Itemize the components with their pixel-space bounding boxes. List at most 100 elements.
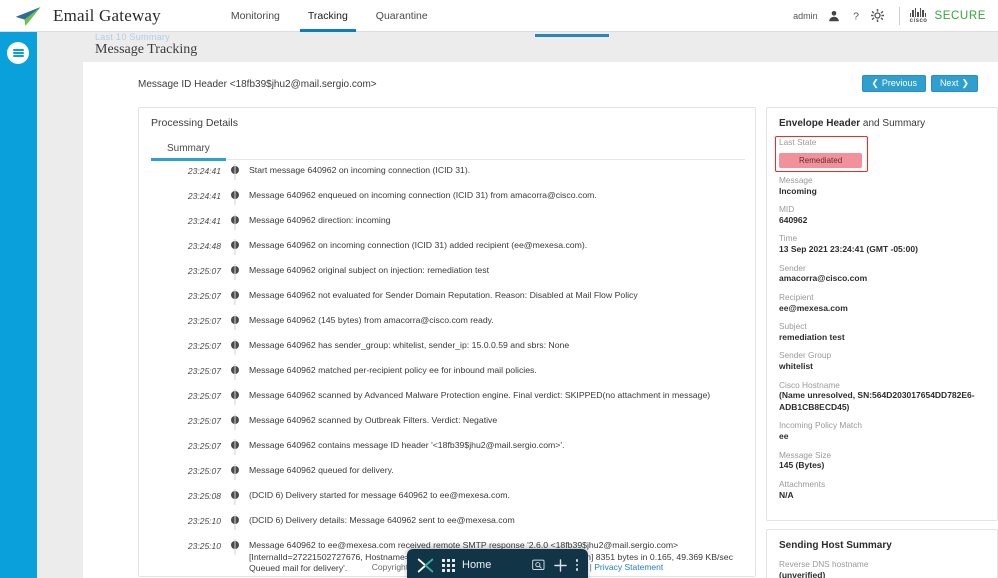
page-area: Last 10 Summary Message Tracking Message…: [37, 32, 998, 578]
summary-field-label: Attachments: [779, 478, 826, 489]
sending-host-title: Sending Host Summary: [779, 540, 985, 551]
app-grid-icon[interactable]: [442, 558, 455, 572]
hamburger-menu-icon[interactable]: [7, 42, 29, 64]
search-box-icon[interactable]: [531, 559, 545, 571]
timeline-event-row: 23:24:48 Message 640962 on incoming conne…: [139, 239, 757, 259]
x-logo-icon[interactable]: [417, 557, 434, 574]
summary-field: Sender amacorra@cisco.com: [779, 263, 985, 285]
event-marker-cell: [221, 214, 249, 230]
event-text: Message 640962 original subject on injec…: [249, 265, 490, 275]
event-time: 23:25:10: [187, 516, 221, 526]
summary-field: Subject remediation test: [779, 321, 985, 343]
event-time: 23:25:07: [187, 291, 221, 301]
event-marker-cell: [221, 389, 249, 405]
timeline-event-row: 23:25:07 Message 640962 not evaluated for…: [139, 289, 757, 309]
timeline-event-row: 23:25:10 (DCID 6) Delivery details: Messa…: [139, 514, 757, 534]
summary-field: Time 13 Sep 2021 23:24:41 (GMT -05:00): [779, 233, 985, 255]
timeline-event-row: 23:25:07 Message 640962 contains message …: [139, 439, 757, 459]
cisco-bars-icon: [909, 7, 928, 17]
floating-toolbar: Home: [407, 549, 588, 578]
left-rail: [0, 32, 37, 578]
status-badge: Remediated: [779, 152, 863, 168]
event-time: 23:24:41: [187, 216, 221, 226]
summary-field-label: Message Size: [779, 449, 832, 460]
cisco-wordmark: cisco: [909, 17, 928, 24]
summary-field: Sender Group whitelist: [779, 350, 985, 372]
event-text: (DCID 6) Delivery started for message 64…: [249, 490, 510, 500]
tab-summary[interactable]: Summary: [151, 143, 226, 161]
envelope-title-bold: Envelope Header: [779, 118, 861, 129]
summary-field-value: 13 Sep 2021 23:24:41 (GMT -05:00): [779, 244, 918, 255]
event-marker-cell: [221, 314, 249, 330]
event-time: 23:25:07: [187, 466, 221, 476]
summary-field-value: ee@mexesa.com: [779, 302, 848, 313]
event-time: 23:25:07: [187, 316, 221, 326]
timeline-event-row: 23:25:07 Message 640962 matched per-recip…: [139, 364, 757, 384]
summary-field-value: (Name unresolved, SN:564D203017654DD782E…: [779, 390, 975, 412]
summary-field-value: N/A: [779, 489, 794, 500]
summary-field: Message Incoming: [779, 175, 985, 197]
event-time: 23:25:10: [187, 541, 221, 551]
summary-field: Message Size 145 (Bytes): [779, 450, 985, 472]
secure-wordmark: SECURE: [934, 9, 986, 22]
floatbar-actions: [531, 558, 578, 572]
summary-field-label: Time: [779, 233, 798, 244]
event-time: 23:25:07: [187, 341, 221, 351]
timeline-event-row: 23:25:08 (DCID 6) Delivery started for me…: [139, 489, 757, 509]
next-button[interactable]: Next ❯: [930, 75, 978, 92]
question-mark-icon[interactable]: ?: [848, 8, 864, 24]
timeline-connector: [234, 514, 236, 530]
timeline-event-row: 23:25:07 Message 640962 scanned by Advanc…: [139, 389, 757, 409]
summary-field: Cisco Hostname (Name unresolved, SN:564D2…: [779, 380, 985, 414]
timeline-event-row: 23:25:07 Message 640962 queued for delive…: [139, 464, 757, 484]
event-text: Message 640962 matched per-recipient pol…: [249, 365, 537, 375]
user-icon[interactable]: [826, 8, 842, 24]
nav-quarantine[interactable]: Quarantine: [362, 0, 442, 32]
envelope-title-rest: and Summary: [860, 118, 926, 129]
previous-button[interactable]: ❮ Previous: [862, 75, 926, 92]
timeline-connector: [234, 389, 236, 405]
summary-field: Attachments N/A: [779, 479, 985, 501]
cisco-secure-logo: cisco SECURE: [909, 7, 986, 24]
nav-tracking[interactable]: Tracking: [294, 0, 362, 32]
event-text: Start message 640962 on incoming connect…: [249, 165, 471, 175]
event-marker-cell: [221, 414, 249, 430]
nav-monitoring[interactable]: Monitoring: [217, 0, 294, 32]
event-time: 23:25:07: [187, 416, 221, 426]
body-columns: Processing Details Summary 23:24:41 Start…: [83, 107, 998, 578]
summary-column: Envelope Header and Summary Last State R…: [766, 107, 998, 578]
summary-field-value: ee: [779, 431, 789, 442]
previous-label: Previous: [881, 78, 917, 88]
summary-field-label: Subject: [779, 321, 807, 332]
home-label[interactable]: Home: [462, 559, 491, 571]
app-root: Email Gateway Monitoring Tracking Quaran…: [0, 0, 998, 578]
event-time: 23:24:48: [187, 241, 221, 251]
summary-field-value: amacorra@cisco.com: [779, 273, 868, 284]
timeline-connector: [234, 164, 236, 180]
envelope-card-title: Envelope Header and Summary: [779, 118, 985, 129]
more-vertical-icon[interactable]: [575, 559, 578, 571]
pager-group: ❮ Previous Next ❯: [862, 75, 978, 92]
timeline-connector: [234, 214, 236, 230]
content-card: Message ID Header <18fb39$jhu2@mail.serg…: [83, 62, 998, 578]
event-marker-cell: [221, 164, 249, 180]
timeline-event-row: 23:24:41 Message 640962 enqueued on incom…: [139, 189, 757, 209]
privacy-statement-link[interactable]: Privacy Statement: [594, 562, 663, 572]
summary-field-value: whitelist: [779, 361, 814, 372]
event-time: 23:24:41: [187, 191, 221, 201]
event-text: Message 640962 enqueued on incoming conn…: [249, 190, 597, 200]
timeline-event-row: 23:25:07 Message 640962 has sender_group:…: [139, 339, 757, 359]
timeline-connector: [234, 439, 236, 455]
event-time: 23:25:07: [187, 441, 221, 451]
plus-icon[interactable]: [553, 558, 567, 572]
summary-field-value: 640962: [779, 214, 808, 225]
event-text: Message 640962 has sender_group: whiteli…: [249, 340, 570, 350]
event-text: Message 640962 (145 bytes) from amacorra…: [249, 315, 494, 325]
paper-plane-icon: [14, 5, 44, 27]
timeline-connector: [234, 239, 236, 255]
summary-field-label: Sender Group: [779, 350, 832, 361]
gear-icon[interactable]: [870, 8, 886, 24]
svg-text:?: ?: [853, 10, 859, 22]
event-text: Message 640962 direction: incoming: [249, 215, 391, 225]
ghost-tab-underline: [535, 34, 609, 37]
